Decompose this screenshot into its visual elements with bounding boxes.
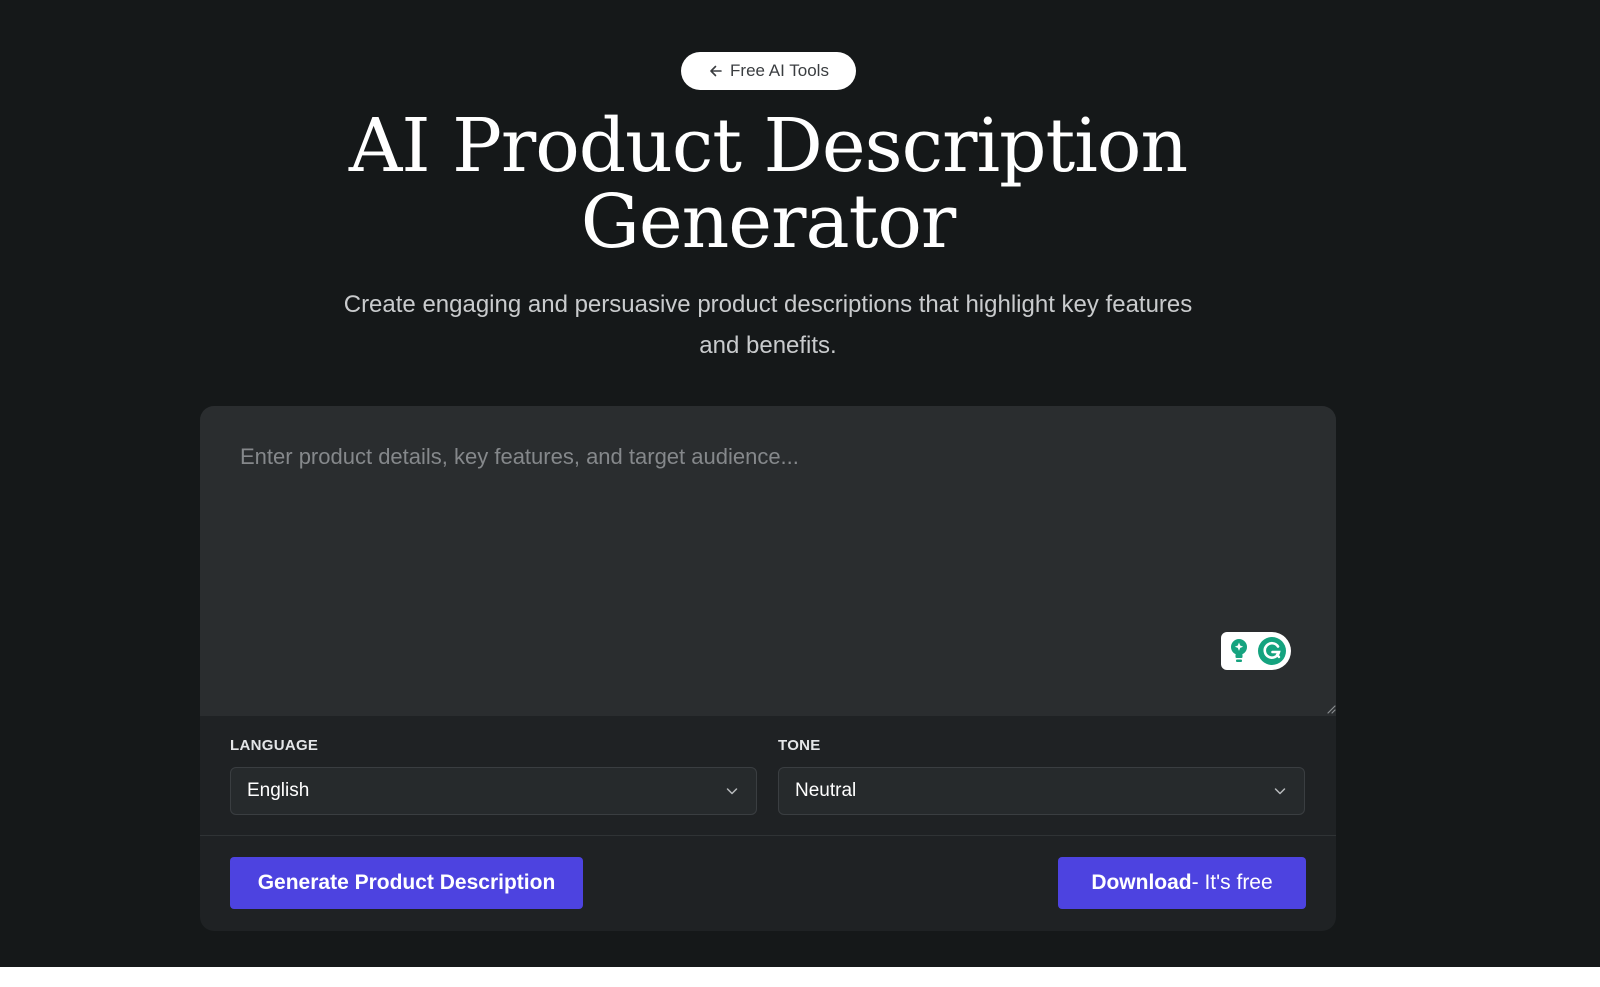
page-title-line-2: Generator: [580, 179, 957, 265]
tone-selected-value: Neutral: [795, 780, 857, 801]
page-subtitle-line-1: Create engaging and persuasive product d…: [343, 291, 1193, 318]
page-subtitle: Create engaging and persuasive product d…: [270, 284, 1266, 366]
resize-grip-icon[interactable]: [1326, 704, 1336, 714]
download-button-suffix: - It's free: [1191, 871, 1273, 894]
grammarly-icon[interactable]: [1257, 636, 1287, 666]
generator-card: LANGUAGE English TONE Neutral Generate P…: [200, 406, 1336, 931]
download-button-label: Download: [1091, 871, 1192, 894]
tone-label: TONE: [778, 737, 821, 754]
card-divider: [200, 835, 1336, 836]
tone-select[interactable]: Neutral: [778, 767, 1305, 815]
language-label: LANGUAGE: [230, 737, 319, 754]
lightbulb-icon[interactable]: [1227, 637, 1251, 665]
generate-product-description-button[interactable]: Generate Product Description: [230, 857, 583, 909]
page-bottom-edge: [0, 967, 1600, 987]
grammarly-widget[interactable]: [1221, 632, 1291, 670]
chevron-down-icon: [726, 788, 738, 795]
page-title-line-1: AI Product Description: [348, 103, 1188, 189]
page-title: AI Product Description Generator: [200, 108, 1336, 260]
product-details-input[interactable]: [200, 406, 1336, 716]
back-button-label: Free AI Tools: [730, 61, 829, 80]
arrow-left-icon: [710, 65, 722, 77]
back-to-free-ai-tools-button[interactable]: Free AI Tools: [681, 52, 856, 90]
download-button[interactable]: Download - It's free: [1058, 857, 1306, 909]
language-select[interactable]: English: [230, 767, 757, 815]
page-subtitle-line-2: and benefits.: [699, 332, 837, 359]
language-selected-value: English: [247, 780, 310, 801]
chevron-down-icon: [1274, 788, 1286, 795]
